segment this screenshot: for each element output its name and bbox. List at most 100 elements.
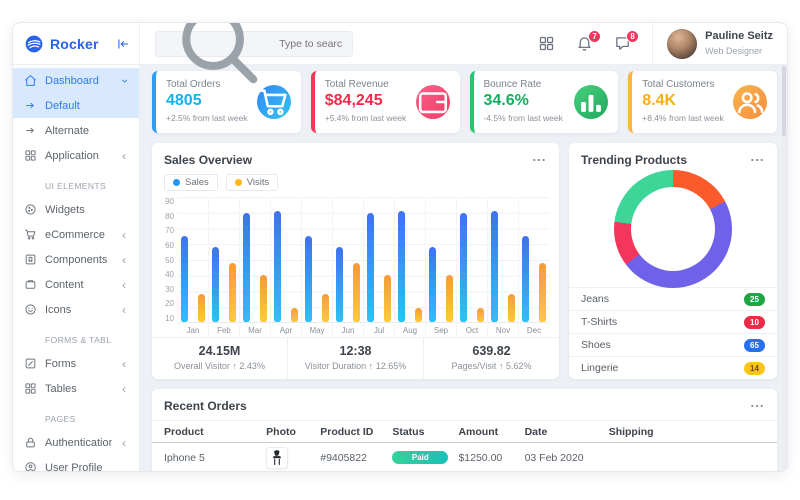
- grid-icon: [24, 149, 37, 162]
- cart-icon: [24, 228, 37, 241]
- sidebar-item[interactable]: Alternate: [13, 118, 139, 143]
- sidebar-item[interactable]: Components ‹: [13, 247, 139, 272]
- sales-card-title: Sales Overview: [164, 153, 252, 167]
- chartbars-icon: [574, 85, 608, 119]
- x-tick-label: Apr: [271, 323, 301, 337]
- user-menu[interactable]: Pauline Seitz Web Designer: [667, 29, 787, 59]
- brand-name: Rocker: [50, 36, 110, 52]
- sidebar-item-label: PAGES: [45, 414, 112, 424]
- x-tick-label: Aug: [395, 323, 425, 337]
- notifications-button[interactable]: 7: [576, 35, 593, 52]
- trending-card-title: Trending Products: [581, 153, 687, 167]
- trending-list-item[interactable]: Jeans 25: [569, 287, 777, 310]
- sidebar-item[interactable]: Authentication ‹: [13, 430, 139, 455]
- y-tick-label: 40: [160, 270, 174, 279]
- sidebar-collapse-icon[interactable]: [116, 37, 130, 51]
- sidebar-item[interactable]: Widgets: [13, 197, 139, 222]
- trending-list-item[interactable]: Shoes 65: [569, 333, 777, 356]
- search-box[interactable]: [155, 31, 353, 57]
- footer-stat: 639.82 Pages/Visit ↑ 5.62%: [423, 338, 559, 379]
- chevron-icon: ‹: [118, 77, 130, 85]
- bar-group: Aug: [394, 197, 425, 337]
- sidebar-item-label: User Profile: [45, 462, 112, 472]
- up-arrow-icon: ↑: [499, 361, 504, 371]
- sidebar-item[interactable]: UI ELEMENTS: [13, 168, 139, 197]
- bar-visits: [291, 308, 298, 322]
- bar-group: Apr: [270, 197, 301, 337]
- more-menu-icon[interactable]: [531, 152, 547, 168]
- sidebar-item[interactable]: User Profile: [13, 455, 139, 471]
- message-count-badge: 8: [626, 30, 639, 43]
- legend-label: Sales: [185, 177, 209, 188]
- bar-sales: [491, 211, 498, 322]
- chevron-icon: ‹: [120, 437, 128, 449]
- user-avatar: [667, 29, 697, 59]
- scrollbar-track[interactable]: [782, 66, 786, 470]
- sidebar-item[interactable]: eCommerce ‹: [13, 222, 139, 247]
- stat-card: Bounce Rate 34.6% -4.5% from last week: [470, 71, 619, 133]
- legend-chip[interactable]: Sales: [164, 174, 218, 191]
- bar-visits: [198, 294, 205, 322]
- scrollbar-thumb[interactable]: [782, 66, 786, 136]
- more-menu-icon[interactable]: [749, 152, 765, 168]
- bar-group: Jul: [363, 197, 394, 337]
- column-header: Product: [164, 426, 266, 438]
- sidebar-item-label: Default: [45, 100, 112, 112]
- forms-icon: [24, 357, 37, 370]
- trending-list-item[interactable]: T-Shirts 10: [569, 310, 777, 333]
- orders-table-header: ProductPhotoProduct IDStatusAmountDateSh…: [152, 420, 777, 443]
- x-tick-label: Jun: [333, 323, 363, 337]
- bar-group: Oct: [456, 197, 487, 337]
- messages-button[interactable]: 8: [614, 35, 631, 52]
- x-tick-label: May: [302, 323, 332, 337]
- bar-sales: [305, 236, 312, 322]
- recent-orders-card: Recent Orders ProductPhotoProduct IDStat…: [152, 389, 777, 471]
- column-header: Date: [525, 426, 609, 438]
- bar-sales: [429, 247, 436, 322]
- bar-sales: [460, 213, 467, 322]
- sidebar-item[interactable]: FORMS & TABLES: [13, 322, 139, 351]
- column-header: Product ID: [320, 426, 392, 438]
- column-header: Photo: [266, 426, 320, 438]
- wallet-icon: [416, 85, 450, 119]
- chevron-icon: ‹: [120, 254, 128, 266]
- search-input[interactable]: [277, 37, 344, 51]
- bar-group: Jun: [332, 197, 363, 337]
- apps-grid-icon[interactable]: [538, 35, 555, 52]
- sidebar-item[interactable]: Icons ‹: [13, 297, 139, 322]
- sidebar-item[interactable]: Tables ‹: [13, 376, 139, 401]
- bar-visits: [508, 294, 515, 322]
- bar-visits: [229, 263, 236, 322]
- legend-chip[interactable]: Visits: [226, 174, 279, 191]
- grid-icon: [24, 382, 37, 395]
- y-tick-label: 80: [160, 212, 174, 221]
- sidebar-item[interactable]: Content ‹: [13, 272, 139, 297]
- x-tick-label: Oct: [457, 323, 487, 337]
- plot-area: JanFebMarAprMayJunJulAugSepOctNovDec: [178, 197, 549, 337]
- legend-dot: [173, 179, 180, 186]
- x-tick-label: Sep: [426, 323, 456, 337]
- more-menu-icon[interactable]: [749, 398, 765, 414]
- sidebar-item[interactable]: Dashboard ‹: [13, 68, 139, 93]
- footer-stat-value: 24.15M: [156, 344, 283, 358]
- bar-sales: [367, 213, 374, 322]
- sidebar-item-label: Forms: [45, 358, 112, 370]
- bar-group: Jan: [178, 197, 208, 337]
- chevron-icon: ‹: [120, 358, 128, 370]
- order-row[interactable]: Iphone 5 #9405822 Paid $1250.00 03 Feb 2…: [152, 443, 777, 471]
- user-name: Pauline Seitz Web Designer: [705, 29, 773, 58]
- sidebar-item[interactable]: Forms ‹: [13, 351, 139, 376]
- bar-sales: [398, 211, 405, 322]
- sidebar: Dashboard ‹ Default Alternate Applicatio…: [13, 65, 140, 471]
- y-tick-label: 10: [160, 314, 174, 323]
- bar-sales: [274, 211, 281, 322]
- sidebar-item-label: Dashboard: [45, 75, 112, 87]
- sidebar-item[interactable]: PAGES: [13, 401, 139, 430]
- sidebar-item-label: Alternate: [45, 125, 112, 137]
- up-arrow-icon: ↑: [232, 361, 237, 371]
- trending-list-item[interactable]: Lingerie 14: [569, 356, 777, 379]
- order-date: 03 Feb 2020: [525, 452, 609, 464]
- donut-chart: [614, 170, 732, 288]
- sidebar-item[interactable]: Default: [13, 93, 139, 118]
- sidebar-item[interactable]: Application ‹: [13, 143, 139, 168]
